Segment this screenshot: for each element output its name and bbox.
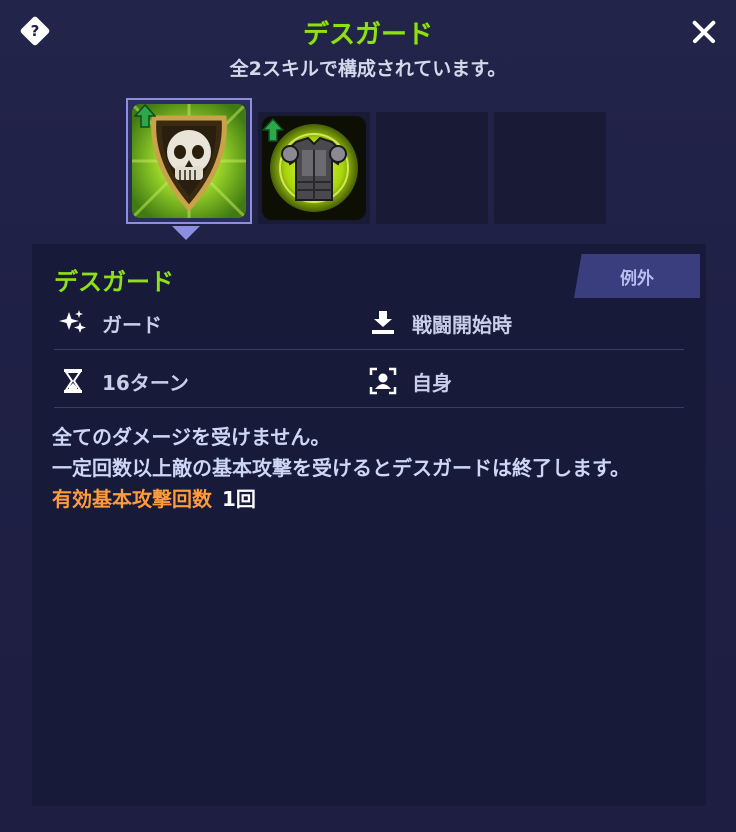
skill-info-row: 16ターン 自身 [54, 352, 684, 408]
skill-tag-badge: 例外 [574, 254, 700, 298]
sparkle-icon [58, 308, 88, 338]
skill-target: 自身 [368, 366, 452, 396]
selection-pointer [172, 226, 200, 240]
description-line: 一定回数以上敵の基本攻撃を受けるとデスガードは終了します。 [52, 456, 630, 480]
skill-name: デスガード [54, 268, 174, 296]
page-title: デスガード [302, 20, 433, 50]
skill-type: ガード [58, 308, 162, 338]
skill-type-label: ガード [102, 312, 162, 337]
skill-info-row: ガード 戦闘開始時 [54, 294, 684, 350]
skill-slot-2[interactable] [258, 112, 370, 224]
skill-description: 全てのダメージを受けません。 一定回数以上敵の基本攻撃を受けるとデスガードは終了… [52, 422, 692, 515]
skill-timing-label: 戦闘開始時 [412, 312, 512, 337]
upgrade-arrow-icon [133, 103, 157, 128]
skill-detail-panel: ? デスガード 全2スキルで構成されています。 デスガード 例外 ガード 戦闘開… [0, 0, 736, 832]
skill-slot-4-empty [494, 112, 606, 224]
upgrade-arrow-icon [261, 117, 285, 142]
effect-value: 1回 [222, 487, 256, 511]
effect-label: 有効基本攻撃回数 [52, 487, 212, 511]
skill-duration-label: 16ターン [102, 370, 189, 395]
self-target-icon [368, 366, 398, 396]
skill-detail-box: デスガード 例外 ガード 戦闘開始時 16ターン 自身 全てのダメージを受けませ… [32, 244, 706, 806]
skill-target-label: 自身 [412, 370, 452, 395]
skill-duration: 16ターン [58, 366, 189, 396]
hourglass-icon [58, 366, 88, 396]
skill-effect: 有効基本攻撃回数 1回 [52, 484, 692, 515]
skill-slot-1[interactable] [126, 98, 252, 224]
close-button[interactable] [686, 14, 722, 50]
description-line: 全てのダメージを受けません。 [52, 425, 331, 449]
skill-timing: 戦闘開始時 [368, 308, 512, 338]
download-icon [368, 308, 398, 338]
page-subtitle: 全2スキルで構成されています。 [229, 58, 507, 80]
skill-slot-3-empty [376, 112, 488, 224]
